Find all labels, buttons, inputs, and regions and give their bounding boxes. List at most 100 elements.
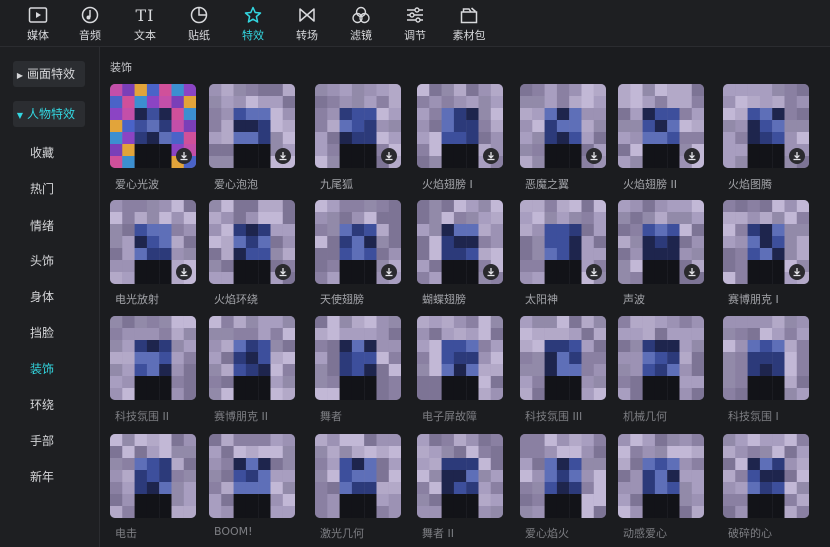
- effect-tile[interactable]: [723, 200, 809, 284]
- effect-thumbnail: [520, 434, 606, 518]
- effect-tile[interactable]: [209, 434, 295, 518]
- tab-text[interactable]: TI 文本: [119, 0, 171, 46]
- effect-tile[interactable]: [723, 316, 809, 400]
- effect-tile-label: 赛博朋克 II: [214, 410, 268, 423]
- download-icon[interactable]: [586, 264, 602, 280]
- category-character-effects[interactable]: ▼ 人物特效: [13, 101, 85, 127]
- effect-tile[interactable]: [110, 316, 196, 400]
- sidebar-item-new-year[interactable]: 新年: [30, 468, 54, 485]
- effect-tile[interactable]: [315, 84, 401, 168]
- effect-thumbnail: [723, 316, 809, 400]
- sidebar-item-favorites[interactable]: 收藏: [30, 144, 54, 161]
- section-title: 装饰: [110, 61, 132, 74]
- effect-thumbnail: [110, 434, 196, 518]
- effect-tile-label: 科技氛围 I: [728, 410, 779, 423]
- tab-effects-label: 特效: [242, 29, 264, 42]
- effect-tile[interactable]: [315, 316, 401, 400]
- effect-tile-label: 火焰翅膀 I: [422, 178, 473, 191]
- effect-tile[interactable]: [110, 434, 196, 518]
- effect-tile[interactable]: [723, 84, 809, 168]
- sidebar-item-surround[interactable]: 环绕: [30, 396, 54, 413]
- effect-tile[interactable]: [618, 316, 704, 400]
- effect-tile[interactable]: [209, 200, 295, 284]
- text-icon: TI: [119, 5, 171, 25]
- effect-tile[interactable]: [417, 316, 503, 400]
- download-icon[interactable]: [684, 264, 700, 280]
- sidebar-item-popular[interactable]: 热门: [30, 180, 54, 197]
- tab-transition-label: 转场: [296, 29, 318, 42]
- tab-sticker[interactable]: 贴纸: [173, 0, 225, 46]
- effect-thumbnail: [417, 434, 503, 518]
- effect-tile[interactable]: [110, 200, 196, 284]
- effect-tile-label: 声波: [623, 293, 645, 306]
- effect-tile[interactable]: [520, 434, 606, 518]
- effect-tile-label: 舞者 II: [422, 527, 454, 540]
- category-character-effects-label: 人物特效: [27, 107, 76, 121]
- download-icon[interactable]: [381, 148, 397, 164]
- tab-audio[interactable]: 音频: [64, 0, 116, 46]
- filter-icon: [335, 5, 387, 25]
- effect-thumbnail: [417, 316, 503, 400]
- download-icon[interactable]: [684, 148, 700, 164]
- category-screen-effects[interactable]: ▶ 画面特效: [13, 61, 85, 87]
- tab-adjust[interactable]: 调节: [389, 0, 441, 46]
- sidebar-item-decoration[interactable]: 装饰: [30, 360, 54, 377]
- effect-tile-label: 动感爱心: [623, 527, 667, 540]
- download-icon[interactable]: [381, 264, 397, 280]
- tab-material-pack[interactable]: 素材包: [443, 0, 495, 46]
- caret-down-icon: ▼: [16, 111, 24, 120]
- tab-filter-label: 滤镜: [350, 29, 372, 42]
- effect-tile[interactable]: [315, 434, 401, 518]
- effect-tile[interactable]: [520, 84, 606, 168]
- effects-sidebar: ▶ 画面特效 ▼ 人物特效 收藏 热门 情绪 头饰 身体 挡脸 装饰 环绕 手部 新…: [0, 47, 100, 547]
- effect-tile[interactable]: [417, 434, 503, 518]
- effect-thumbnail: [723, 434, 809, 518]
- effect-tile-label: 九尾狐: [320, 178, 353, 191]
- download-icon[interactable]: [483, 148, 499, 164]
- tab-media[interactable]: 媒体: [12, 0, 64, 46]
- tab-effects[interactable]: 特效: [227, 0, 279, 46]
- effect-tile[interactable]: [618, 84, 704, 168]
- effect-tile-label: BOOM!: [214, 525, 253, 538]
- effect-tile-label: 舞者: [320, 410, 342, 423]
- effect-tile[interactable]: [520, 316, 606, 400]
- sidebar-item-emotion[interactable]: 情绪: [30, 217, 54, 234]
- download-icon[interactable]: [275, 148, 291, 164]
- effect-tile-label: 科技氛围 II: [115, 410, 169, 423]
- effect-tile-label: 爱心光波: [115, 178, 159, 191]
- download-icon[interactable]: [176, 148, 192, 164]
- effect-thumbnail: [209, 434, 295, 518]
- sidebar-item-hand[interactable]: 手部: [30, 432, 54, 449]
- sidebar-item-body[interactable]: 身体: [30, 288, 54, 305]
- tab-sticker-label: 贴纸: [188, 29, 210, 42]
- effect-tile[interactable]: [417, 200, 503, 284]
- effects-icon: [227, 5, 279, 25]
- tab-text-label: 文本: [134, 29, 156, 42]
- effect-tile[interactable]: [618, 200, 704, 284]
- download-icon[interactable]: [789, 148, 805, 164]
- effect-tile[interactable]: [315, 200, 401, 284]
- effect-tile-label: 恶魔之翼: [525, 178, 569, 191]
- effect-tile-label: 赛博朋克 I: [728, 293, 779, 306]
- download-icon[interactable]: [483, 264, 499, 280]
- download-icon[interactable]: [176, 264, 192, 280]
- effect-tile[interactable]: [209, 316, 295, 400]
- effect-thumbnail: [520, 316, 606, 400]
- text-icon-glyph: TI: [135, 5, 155, 25]
- tab-filter[interactable]: 滤镜: [335, 0, 387, 46]
- download-icon[interactable]: [275, 264, 291, 280]
- effect-tile[interactable]: [110, 84, 196, 168]
- download-icon[interactable]: [586, 148, 602, 164]
- effect-tile-label: 科技氛围 III: [525, 410, 583, 423]
- sidebar-item-headwear[interactable]: 头饰: [30, 252, 54, 269]
- effect-tile[interactable]: [723, 434, 809, 518]
- effect-tile[interactable]: [618, 434, 704, 518]
- tab-transition[interactable]: 转场: [281, 0, 333, 46]
- effect-tile[interactable]: [520, 200, 606, 284]
- download-icon[interactable]: [789, 264, 805, 280]
- effect-tile[interactable]: [417, 84, 503, 168]
- sidebar-item-face-cover[interactable]: 挡脸: [30, 324, 54, 341]
- effect-tile-label: 电击: [115, 527, 137, 540]
- transition-icon: [281, 5, 333, 25]
- effect-tile[interactable]: [209, 84, 295, 168]
